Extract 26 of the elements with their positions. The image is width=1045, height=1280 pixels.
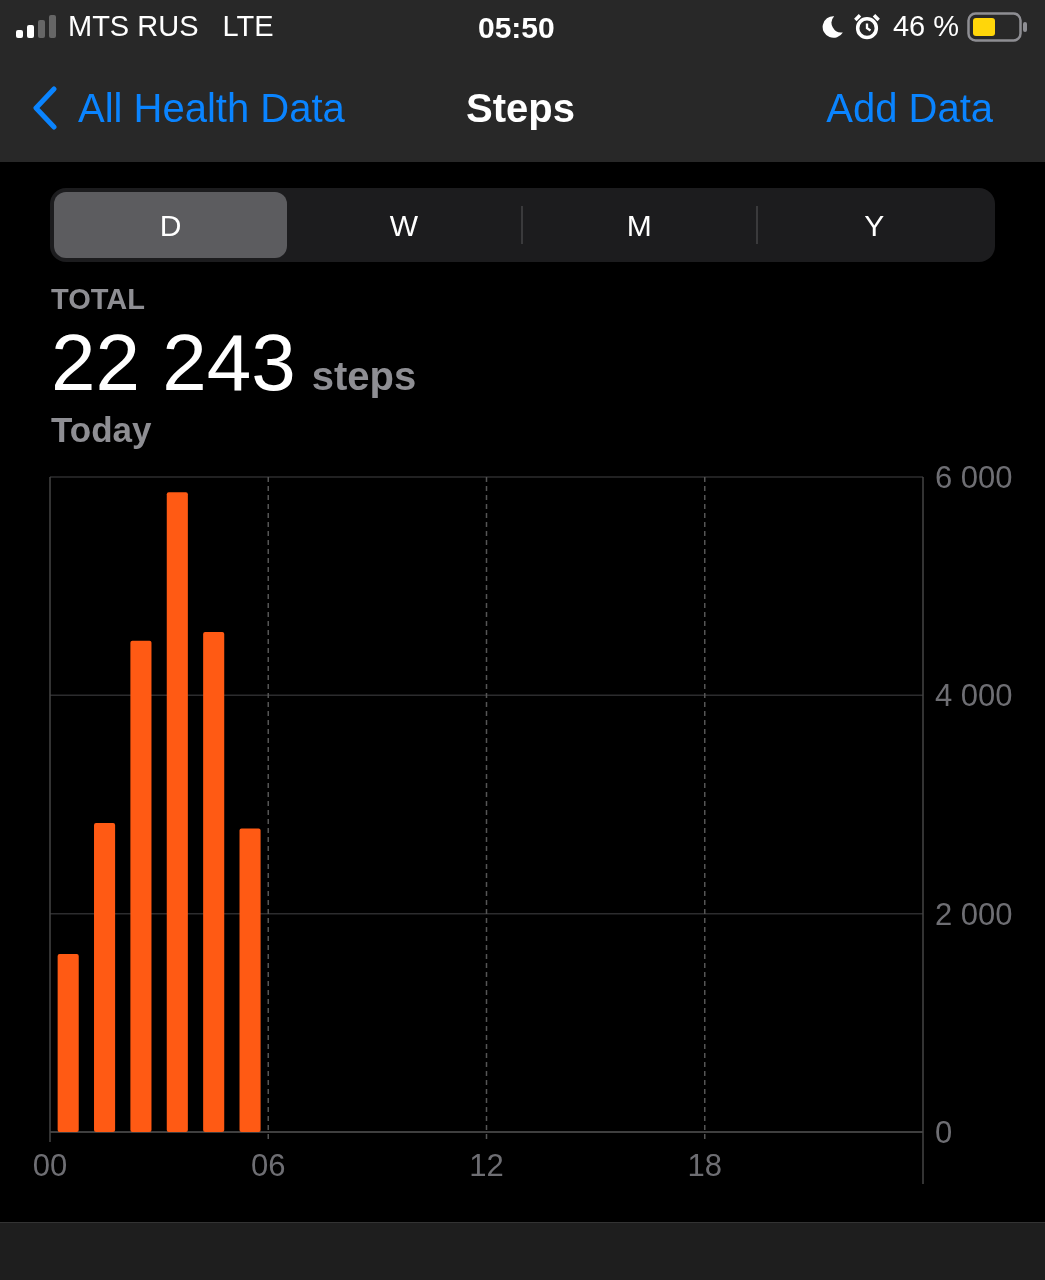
battery-icon — [967, 12, 1029, 42]
page-title: Steps — [466, 85, 575, 132]
status-time: 05:50 — [478, 9, 555, 46]
y-axis-label: 4 000 — [935, 678, 1013, 714]
y-axis-label: 2 000 — [935, 896, 1013, 932]
add-data-button[interactable]: Add Data — [826, 78, 993, 138]
unit-label: steps — [311, 353, 417, 400]
battery-percent: 46 % — [892, 9, 959, 45]
network-type: LTE — [222, 9, 274, 45]
x-axis-label: 06 — [251, 1148, 286, 1183]
total-value: 22 243 — [51, 318, 296, 408]
period-label: Today — [51, 409, 153, 451]
y-axis-label: 0 — [935, 1115, 953, 1150]
total-label: TOTAL — [51, 282, 146, 316]
segment-tab[interactable]: M — [522, 192, 756, 258]
x-axis-label: 12 — [469, 1148, 504, 1183]
alarm-clock-icon — [852, 13, 881, 41]
segment-tab[interactable]: Y — [757, 192, 991, 258]
x-axis-label: 18 — [687, 1148, 722, 1183]
back-button[interactable]: All Health Data — [32, 78, 345, 138]
segment-tab[interactable]: W — [287, 192, 521, 258]
x-axis-label: 00 — [32, 1148, 68, 1183]
y-axis-label: 6 000 — [935, 462, 1013, 495]
segment-tab[interactable]: D — [54, 192, 288, 258]
carrier-name: MTS RUS — [68, 9, 199, 45]
chevron-left-icon — [32, 86, 58, 130]
